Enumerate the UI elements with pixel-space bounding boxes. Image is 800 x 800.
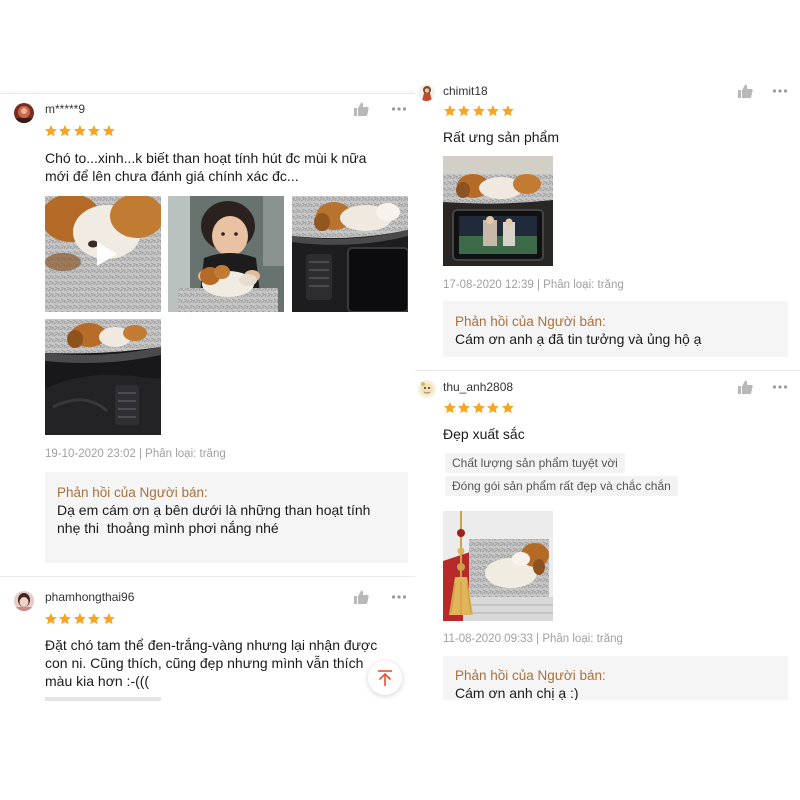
divider — [415, 370, 800, 371]
thumbs-up-icon[interactable] — [737, 379, 753, 395]
comment-line: Rất ưng sản phẩm — [443, 129, 559, 145]
star-icon — [487, 402, 499, 414]
review-comment: Đặt chó tam thể đen-trắng-vàng nhưng lại… — [45, 636, 377, 690]
star-icon — [458, 402, 471, 414]
comment-line: Đặt chó tam thể đen-trắng-vàng nhưng lại… — [45, 637, 378, 653]
more-options-icon[interactable] — [772, 88, 788, 94]
reply-line: Dạ em cám ơn ạ bên dưới là những than ho… — [57, 502, 371, 518]
scroll-to-top-button[interactable] — [368, 661, 402, 695]
star-icon — [472, 402, 485, 414]
star-icon — [88, 125, 100, 137]
seller-reply-label: Phản hồi của Người bán: — [455, 314, 606, 329]
review-video-thumbnail[interactable] — [45, 196, 161, 312]
review-photo[interactable] — [443, 511, 553, 621]
comment-line: mới để lên chưa đánh giá chính xác đc... — [45, 168, 299, 184]
avatar[interactable] — [14, 103, 34, 123]
star-icon — [443, 402, 456, 414]
reviewer-username[interactable]: thu_anh2808 — [443, 380, 513, 394]
seller-reply: Phản hồi của Người bán: Dạ em cám ơn ạ b… — [45, 472, 408, 563]
star-rating — [44, 612, 115, 626]
seller-reply: Phản hồi của Người bán: Cám ơn anh ạ đã … — [443, 301, 788, 357]
star-icon — [487, 105, 499, 117]
star-rating — [443, 104, 514, 118]
star-icon — [102, 125, 115, 137]
comment-line: màu kia hơn :-((( — [45, 673, 150, 689]
star-rating — [44, 124, 115, 138]
star-icon — [88, 613, 100, 625]
star-rating — [443, 401, 514, 415]
star-icon — [73, 613, 86, 625]
seller-reply-text: Cám ơn anh ạ đã tin tưởng và ủng hộ ạ — [455, 330, 776, 348]
review-meta: 11-08-2020 09:33 | Phân loại: trăng — [443, 633, 623, 645]
seller-reply: Phản hồi của Người bán: Cám ơn anh chị ạ… — [443, 656, 788, 700]
star-icon — [501, 402, 514, 414]
review-tag: Chất lượng sản phẩm tuyệt vời — [445, 453, 625, 473]
reply-line: Cám ơn anh ạ đã tin tưởng và ủng hộ ạ — [455, 331, 702, 347]
star-icon — [458, 105, 471, 117]
star-icon — [44, 125, 57, 137]
star-icon — [59, 613, 72, 625]
review-photo[interactable] — [168, 196, 284, 312]
more-options-icon[interactable] — [391, 594, 407, 600]
review-meta: 19-10-2020 23:02 | Phân loại: trăng — [45, 448, 226, 460]
review-comment: Đẹp xuất sắc — [443, 425, 525, 443]
avatar[interactable] — [418, 84, 435, 101]
review-screen: m*****9 Chó to...xinh...k biết than hoạt… — [0, 0, 800, 800]
more-options-icon[interactable] — [772, 384, 788, 390]
star-icon — [73, 125, 86, 137]
review-meta: 17-08-2020 12:39 | Phân loại: trăng — [443, 279, 624, 291]
thumbs-up-icon[interactable] — [737, 83, 753, 99]
seller-reply-label: Phản hồi của Người bán: — [455, 668, 606, 683]
review-comment: Rất ưng sản phẩm — [443, 128, 559, 146]
comment-line: con ni. Cũng thích, cũng đẹp nhưng mình … — [45, 655, 364, 671]
reply-line: Cám ơn anh chị ạ :) — [455, 685, 579, 700]
divider — [0, 576, 416, 577]
review-tag: Đóng gói sản phẩm rất đẹp và chắc chắn — [445, 476, 678, 496]
review-photo[interactable] — [292, 196, 408, 312]
review-list-left: m*****9 Chó to...xinh...k biết than hoạt… — [0, 93, 416, 701]
comment-line: Đẹp xuất sắc — [443, 426, 525, 442]
avatar[interactable] — [418, 380, 436, 398]
review-list-right: chimit18 Rất ưng sản phẩm 17-08-2020 12:… — [415, 75, 800, 700]
star-icon — [443, 105, 456, 117]
reviewer-username[interactable]: chimit18 — [443, 84, 488, 98]
star-icon — [102, 613, 115, 625]
review-photo[interactable] — [45, 319, 161, 435]
seller-reply-text: Cám ơn anh chị ạ :) — [455, 684, 776, 700]
avatar[interactable] — [14, 591, 34, 611]
arrow-up-icon — [378, 670, 392, 686]
comment-line: Chó to...xinh...k biết than hoạt tính hú… — [45, 150, 367, 166]
thumbs-up-icon[interactable] — [353, 589, 369, 605]
star-icon — [59, 125, 72, 137]
reply-line: nhẹ thi thoảng mình phơi nắng nhé — [57, 520, 279, 536]
review-photo[interactable] — [443, 156, 553, 266]
partial-media-row — [45, 697, 161, 701]
star-icon — [501, 105, 514, 117]
review-comment: Chó to...xinh...k biết than hoạt tính hú… — [45, 149, 366, 185]
star-icon — [472, 105, 485, 117]
reviewer-username[interactable]: m*****9 — [45, 102, 85, 116]
thumbs-up-icon[interactable] — [353, 101, 369, 117]
reviewer-username[interactable]: phamhongthai96 — [45, 590, 134, 604]
star-icon — [44, 613, 57, 625]
more-options-icon[interactable] — [391, 106, 407, 112]
seller-reply-label: Phản hồi của Người bán: — [57, 485, 208, 500]
seller-reply-text: Dạ em cám ơn ạ bên dưới là những than ho… — [57, 501, 396, 537]
